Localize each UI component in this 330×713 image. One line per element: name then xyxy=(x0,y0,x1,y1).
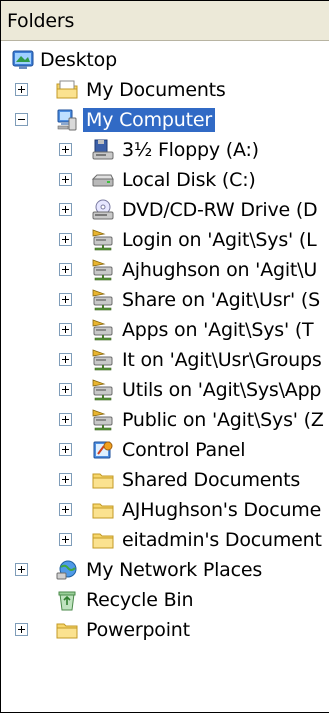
folder-icon xyxy=(56,623,78,639)
expand-shared-documents-button[interactable] xyxy=(59,473,72,486)
tree-item-public-drive[interactable]: Public on 'Agit\Sys' (Z xyxy=(1,405,329,435)
floppy-drive-icon xyxy=(92,139,114,160)
tree-label-floppy-a: 3½ Floppy (A:) xyxy=(122,139,259,161)
expand-ajhughson-drive-button[interactable] xyxy=(59,263,72,276)
tree-item-dvd-drive-d[interactable]: DVD/CD-RW Drive (D xyxy=(1,195,329,225)
tree-label-login-drive: Login on 'Agit\Sys' (L xyxy=(122,229,317,251)
tree-item-recycle-bin[interactable]: Recycle Bin xyxy=(1,585,329,615)
expand-it-drive-button[interactable] xyxy=(59,353,72,366)
expand-my-documents-button[interactable] xyxy=(15,83,28,96)
tree-label-apps-drive: Apps on 'Agit\Sys' (T xyxy=(122,319,314,341)
tree-item-control-panel[interactable]: Control Panel xyxy=(1,435,329,465)
tree-label-eitadmin-documents: eitadmin's Document xyxy=(122,529,322,551)
tree-item-eitadmin-documents[interactable]: eitadmin's Document xyxy=(1,525,329,555)
desktop-icon xyxy=(12,50,34,69)
recycle-bin-icon xyxy=(58,591,76,611)
tree-item-login-drive[interactable]: Login on 'Agit\Sys' (L xyxy=(1,225,329,255)
tree-label-shared-documents: Shared Documents xyxy=(122,469,301,491)
expand-local-disk-c-button[interactable] xyxy=(59,173,72,186)
network-places-icon xyxy=(56,560,77,580)
expand-public-drive-button[interactable] xyxy=(59,413,72,426)
folder-icon xyxy=(92,533,114,549)
tree-item-ajhughson-drive[interactable]: Ajhughson on 'Agit\U xyxy=(1,255,329,285)
tree-item-my-computer[interactable]: My Computer xyxy=(1,105,329,135)
tree-label-ajhughson-drive: Ajhughson on 'Agit\U xyxy=(122,259,318,281)
tree-label-utils-drive: Utils on 'Agit\Sys\App xyxy=(122,379,322,401)
tree-label-my-network-places: My Network Places xyxy=(86,559,263,581)
tree-item-it-drive[interactable]: It on 'Agit\Usr\Groups xyxy=(1,345,329,375)
tree-item-local-disk-c[interactable]: Local Disk (C:) xyxy=(1,165,329,195)
expand-login-drive-button[interactable] xyxy=(59,233,72,246)
folder-icon xyxy=(92,473,114,489)
expand-my-network-places-button[interactable] xyxy=(15,563,28,576)
tree-item-ajhughson-documents[interactable]: AJHughson's Docume xyxy=(1,495,329,525)
network-drive-icon xyxy=(92,349,113,371)
network-drive-icon xyxy=(92,379,113,401)
folders-pane-header: Folders xyxy=(1,1,329,41)
tree-label-my-computer: My Computer xyxy=(83,108,215,132)
expand-share-drive-button[interactable] xyxy=(59,293,72,306)
tree-label-local-disk-c: Local Disk (C:) xyxy=(122,169,256,191)
expand-ajhughson-documents-button[interactable] xyxy=(59,503,72,516)
tree-label-desktop: Desktop xyxy=(40,49,117,71)
tree-item-utils-drive[interactable]: Utils on 'Agit\Sys\App xyxy=(1,375,329,405)
tree-item-powerpoint[interactable]: Powerpoint xyxy=(1,615,329,645)
tree-label-public-drive: Public on 'Agit\Sys' (Z xyxy=(122,409,324,431)
folders-pane-title: Folders xyxy=(7,10,75,32)
tree-item-floppy-a[interactable]: 3½ Floppy (A:) xyxy=(1,135,329,165)
tree-label-ajhughson-documents: AJHughson's Docume xyxy=(122,499,322,521)
expand-eitadmin-documents-button[interactable] xyxy=(59,533,72,546)
tree-label-powerpoint: Powerpoint xyxy=(86,619,190,641)
tree-label-it-drive: It on 'Agit\Usr\Groups xyxy=(122,349,322,371)
network-drive-icon xyxy=(92,229,113,251)
network-drive-icon xyxy=(92,409,113,431)
tree-item-my-documents[interactable]: My Documents xyxy=(1,75,329,105)
tree-item-desktop[interactable]: Desktop xyxy=(1,45,329,75)
expand-utils-drive-button[interactable] xyxy=(59,383,72,396)
dvd-drive-icon xyxy=(92,199,114,220)
folders-pane: Folders Desktop My Documents My Computer… xyxy=(0,0,329,713)
control-panel-icon xyxy=(93,441,113,459)
tree-label-my-documents: My Documents xyxy=(86,79,226,101)
my-documents-icon xyxy=(56,80,78,99)
expand-control-panel-button[interactable] xyxy=(59,443,72,456)
my-computer-icon xyxy=(57,109,77,131)
expand-dvd-drive-d-button[interactable] xyxy=(59,203,72,216)
hard-disk-icon xyxy=(91,174,114,187)
tree-label-control-panel: Control Panel xyxy=(122,439,246,461)
tree-label-recycle-bin: Recycle Bin xyxy=(86,589,194,611)
collapse-my-computer-button[interactable] xyxy=(15,113,28,126)
tree-item-my-network-places[interactable]: My Network Places xyxy=(1,555,329,585)
expand-floppy-a-button[interactable] xyxy=(59,143,72,156)
tree-item-share-drive[interactable]: Share on 'Agit\Usr' (S xyxy=(1,285,329,315)
expand-powerpoint-button[interactable] xyxy=(15,623,28,636)
network-drive-icon xyxy=(92,319,113,341)
network-drive-icon xyxy=(92,289,113,311)
tree-item-shared-documents[interactable]: Shared Documents xyxy=(1,465,329,495)
tree-item-apps-drive[interactable]: Apps on 'Agit\Sys' (T xyxy=(1,315,329,345)
expand-apps-drive-button[interactable] xyxy=(59,323,72,336)
network-drive-icon xyxy=(92,259,113,281)
tree-label-share-drive: Share on 'Agit\Usr' (S xyxy=(122,289,320,311)
folder-icon xyxy=(92,503,114,519)
tree-label-dvd-drive-d: DVD/CD-RW Drive (D xyxy=(122,199,318,221)
